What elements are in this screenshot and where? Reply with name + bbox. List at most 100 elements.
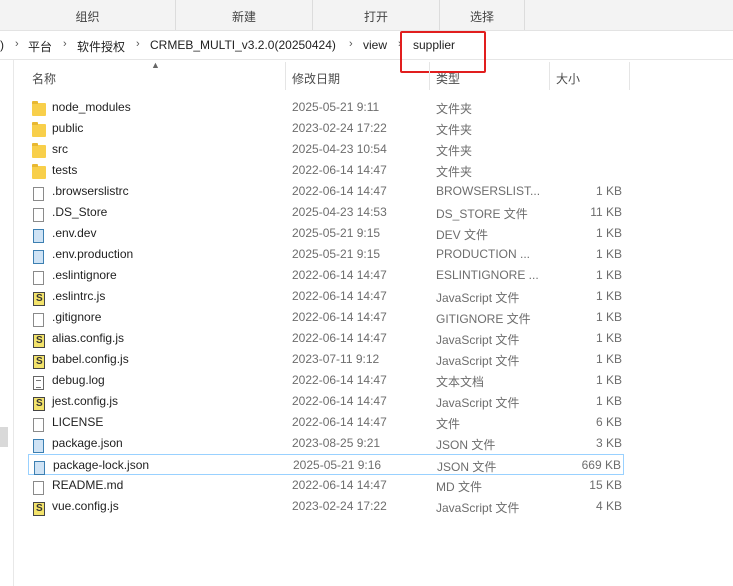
file-row[interactable]: .eslintignore 2022-06-14 14:47 ESLINTIGNOR… (28, 265, 624, 286)
file-name: .gitignore (52, 310, 102, 324)
file-modified-date: 2023-07-11 9:12 (292, 352, 380, 366)
file-size: 1 KB (595, 289, 622, 303)
file-row[interactable]: .browserslistrc 2022-06-14 14:47 BROWSERSL… (28, 181, 624, 202)
file-name: .browserslistrc (52, 184, 129, 198)
ribbon-group-select[interactable]: 选择 (440, 0, 525, 30)
file-type: JSON 文件 (436, 438, 496, 452)
file-row[interactable]: jest.config.js 2022-06-14 14:47 JavaScript… (28, 391, 624, 412)
file-row[interactable]: package-lock.json 2025-05-21 9:16 JSON 文件 6… (28, 454, 624, 475)
column-header-date[interactable]: 修改日期 (292, 70, 340, 87)
file-modified-date: 2022-06-14 14:47 (292, 268, 387, 282)
document-icon (33, 458, 47, 475)
address-bar[interactable]: ) › 平台 › 软件授权 › CRMEB_MULTI_v3.2.0(20250… (0, 31, 733, 60)
file-row[interactable]: README.md 2022-06-14 14:47 MD 文件 15 KB (28, 475, 624, 496)
file-row[interactable]: tests 2022-06-14 14:47 文件夹 (28, 160, 624, 181)
file-modified-date: 2022-06-14 14:47 (292, 415, 387, 429)
breadcrumb-separator[interactable]: › (63, 38, 67, 50)
file-type: JavaScript 文件 (436, 291, 520, 305)
sort-ascending-icon: ▲ (151, 60, 160, 70)
file-icon (32, 205, 46, 222)
file-row[interactable]: .DS_Store 2025-04-23 14:53 DS_STORE 文件 11 K… (28, 202, 624, 223)
file-row[interactable]: public 2023-02-24 17:22 文件夹 (28, 118, 624, 139)
file-type: JavaScript 文件 (436, 354, 520, 368)
column-divider[interactable] (285, 62, 286, 90)
file-row[interactable]: babel.config.js 2023-07-11 9:12 JavaScript… (28, 349, 624, 370)
file-type: BROWSERSLIST... (436, 184, 541, 198)
file-modified-date: 2022-06-14 14:47 (292, 163, 387, 177)
file-modified-date: 2025-05-21 9:16 (293, 458, 382, 472)
breadcrumb-item-platform[interactable]: 平台 (28, 38, 52, 55)
file-modified-date: 2025-05-21 9:15 (292, 247, 381, 261)
file-type: 文件 (436, 417, 461, 431)
file-row[interactable]: .env.production 2025-05-21 9:15 PRODUCTION… (28, 244, 624, 265)
file-modified-date: 2022-06-14 14:47 (292, 478, 387, 492)
column-header-name[interactable]: 名称 (32, 70, 56, 87)
file-size: 6 KB (595, 415, 622, 429)
file-modified-date: 2023-02-24 17:22 (292, 499, 387, 513)
folder-icon (32, 121, 46, 137)
ribbon-group-open[interactable]: 打开 (313, 0, 440, 30)
column-header-type[interactable]: 类型 (436, 70, 460, 87)
file-icon (32, 478, 46, 495)
file-name: README.md (52, 478, 124, 492)
file-name: .env.production (52, 247, 134, 261)
document-icon (32, 247, 46, 264)
file-name: package.json (52, 436, 123, 450)
breadcrumb-item-view[interactable]: view (363, 38, 387, 52)
navigation-pane-scroll-stub[interactable] (0, 427, 8, 447)
file-name: package-lock.json (53, 458, 150, 472)
file-size: 1 KB (595, 268, 622, 282)
folder-icon (32, 100, 46, 116)
file-name: jest.config.js (52, 394, 119, 408)
breadcrumb-separator[interactable]: › (349, 38, 353, 50)
document-icon (32, 436, 46, 453)
file-name: src (52, 142, 68, 156)
breadcrumb-separator[interactable]: › (136, 38, 140, 50)
file-size: 1 KB (595, 226, 622, 240)
javascript-file-icon (32, 499, 46, 516)
column-header-size[interactable]: 大小 (556, 70, 580, 87)
column-divider[interactable] (429, 62, 430, 90)
file-modified-date: 2023-02-24 17:22 (292, 121, 387, 135)
file-modified-date: 2022-06-14 14:47 (292, 184, 387, 198)
ribbon-group-new[interactable]: 新建 (176, 0, 313, 30)
navigation-pane-divider[interactable] (13, 60, 14, 586)
file-row[interactable]: alias.config.js 2022-06-14 14:47 JavaScrip… (28, 328, 624, 349)
file-name: .eslintrc.js (52, 289, 106, 303)
breadcrumb-item-crmeb[interactable]: CRMEB_MULTI_v3.2.0(20250424) (150, 38, 336, 52)
file-modified-date: 2022-06-14 14:47 (292, 331, 387, 345)
file-size: 1 KB (595, 394, 622, 408)
file-row[interactable]: debug.log 2022-06-14 14:47 文本文档 1 KB (28, 370, 624, 391)
file-row[interactable]: package.json 2023-08-25 9:21 JSON 文件 3 KB (28, 433, 624, 454)
file-modified-date: 2022-06-14 14:47 (292, 310, 387, 324)
file-size: 3 KB (595, 436, 622, 450)
file-row[interactable]: node_modules 2025-05-21 9:11 文件夹 (28, 97, 624, 118)
file-icon (32, 184, 46, 201)
file-type: JavaScript 文件 (436, 333, 520, 347)
column-divider[interactable] (629, 62, 630, 90)
breadcrumb-separator[interactable]: › (15, 38, 19, 50)
folder-icon (32, 163, 46, 179)
file-modified-date: 2025-04-23 14:53 (292, 205, 387, 219)
file-modified-date: 2022-06-14 14:47 (292, 394, 387, 408)
column-divider[interactable] (549, 62, 550, 90)
javascript-file-icon (32, 331, 46, 348)
file-name: LICENSE (52, 415, 104, 429)
file-type: 文件夹 (436, 102, 473, 116)
file-row[interactable]: src 2025-04-23 10:54 文件夹 (28, 139, 624, 160)
file-row[interactable]: .eslintrc.js 2022-06-14 14:47 JavaScript 文… (28, 286, 624, 307)
file-row[interactable]: vue.config.js 2023-02-24 17:22 JavaScript … (28, 496, 624, 517)
file-name: alias.config.js (52, 331, 125, 345)
breadcrumb-leading-glyph: ) (0, 38, 4, 52)
file-row[interactable]: .gitignore 2022-06-14 14:47 GITIGNORE 文件 1 … (28, 307, 624, 328)
file-type: DS_STORE 文件 (436, 207, 528, 221)
file-row[interactable]: .env.dev 2025-05-21 9:15 DEV 文件 1 KB (28, 223, 624, 244)
file-size: 4 KB (595, 499, 622, 513)
file-name: .eslintignore (52, 268, 117, 282)
file-row[interactable]: LICENSE 2022-06-14 14:47 文件 6 KB (28, 412, 624, 433)
ribbon-bar: 组织 新建 打开 选择 (0, 0, 733, 31)
breadcrumb-item-license[interactable]: 软件授权 (77, 38, 125, 55)
text-file-icon (32, 373, 46, 390)
ribbon-group-organize[interactable]: 组织 (0, 0, 176, 30)
file-modified-date: 2025-05-21 9:15 (292, 226, 381, 240)
